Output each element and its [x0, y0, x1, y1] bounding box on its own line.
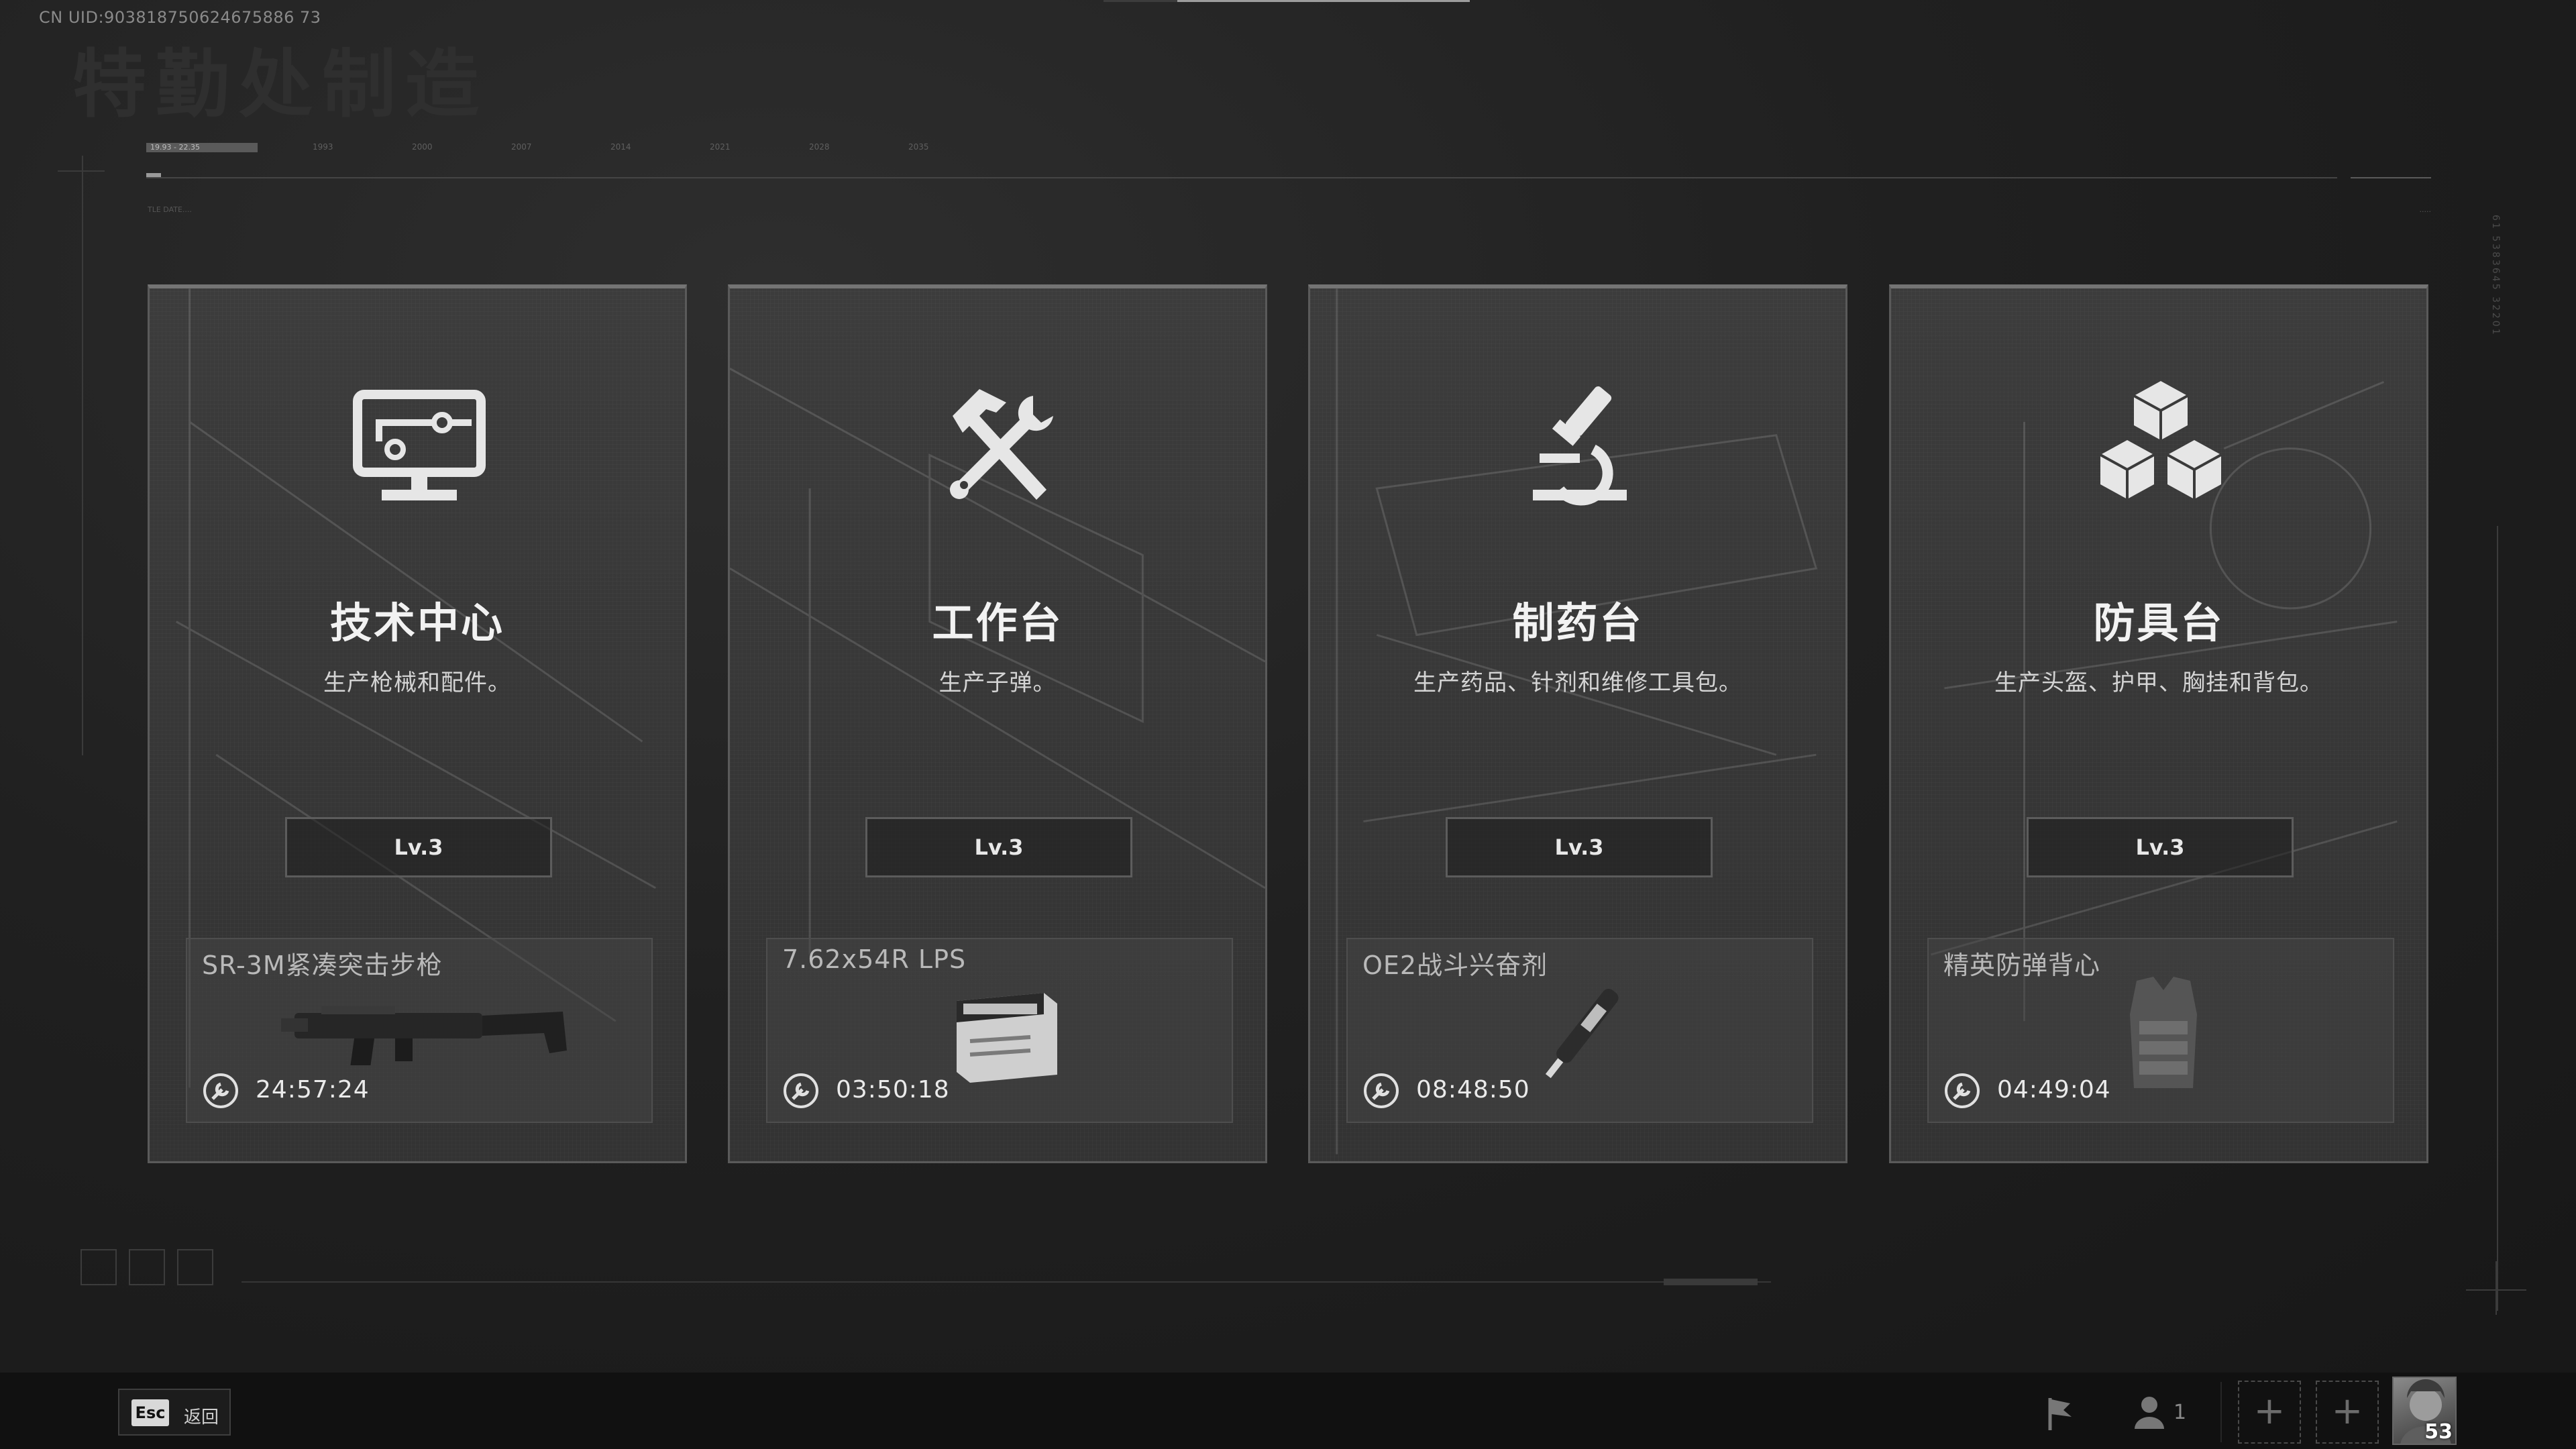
- production-timer: 04:49:04: [1997, 1076, 2111, 1104]
- team-icon: [2135, 1397, 2164, 1429]
- product-name: SR-3M紧凑突击步枪: [202, 951, 443, 980]
- wrench-timer-icon: [203, 1073, 238, 1108]
- card-description: 生产药品、针剂和维修工具包。: [1413, 669, 1742, 696]
- card-description: 生产子弹。: [938, 669, 1057, 696]
- card-tech-center[interactable]: 技术中心 生产枪械和配件。 Lv.3 SR-3M紧凑突击步枪 24:57:24: [148, 284, 687, 1163]
- production-slot[interactable]: 精英防弹背心 04:49:04: [1927, 938, 2394, 1123]
- team-button[interactable]: 1: [2127, 1390, 2200, 1437]
- card-title: 防具台: [2093, 598, 2224, 647]
- wrench-timer-icon: [784, 1073, 818, 1108]
- flag-icon: [2048, 1398, 2072, 1430]
- card-title: 制药台: [1512, 598, 1644, 647]
- production-timer: 03:50:18: [836, 1076, 950, 1104]
- production-slot[interactable]: 7.62x54R LPS 03:50:18: [766, 938, 1233, 1123]
- divider: [2220, 1382, 2222, 1442]
- rifle-image: [281, 1006, 567, 1065]
- timeline-tick: 2035: [908, 142, 929, 152]
- card-armor-bench[interactable]: 防具台 生产头盔、护甲、胸挂和背包。 Lv.3 精英防弹背心 04:49:04: [1889, 284, 2428, 1163]
- back-label: 返回: [184, 1407, 219, 1428]
- timeline-range: 19.93 - 22.35: [146, 143, 258, 152]
- card-description: 生产枪械和配件。: [323, 669, 511, 696]
- card-title: 技术中心: [329, 598, 504, 647]
- frame-line: [82, 156, 83, 755]
- card-description: 生产头盔、护甲、胸挂和背包。: [1994, 669, 2323, 696]
- product-name: 7.62x54R LPS: [782, 945, 967, 974]
- empty-slot-2[interactable]: +: [2316, 1381, 2379, 1444]
- top-tab-indicator-active: [1177, 0, 1470, 2]
- crosshair-mark: [2496, 1261, 2497, 1315]
- player-avatar[interactable]: 53: [2392, 1377, 2457, 1445]
- side-code: 61 5383645 32201: [2490, 215, 2501, 337]
- player-level: 53: [2424, 1420, 2453, 1444]
- background-title: 特勤处制造: [72, 42, 488, 127]
- vest-image: [2130, 977, 2197, 1088]
- hammer-wrench-icon: [950, 389, 1053, 500]
- frame-line: [58, 170, 105, 172]
- top-tab-indicator-inactive: [1104, 0, 1177, 2]
- timeline-tick: 2000: [412, 142, 433, 152]
- decorative-line: [1664, 1279, 1758, 1285]
- card-title: 工作台: [932, 598, 1063, 647]
- product-name: 精英防弹背心: [1943, 951, 2101, 980]
- card-workbench[interactable]: 工作台 生产子弹。 Lv.3 7.62x54R LPS 03:50:18: [728, 284, 1267, 1163]
- ammo-box-image: [957, 993, 1057, 1083]
- card-pharmacy[interactable]: 制药台 生产药品、针剂和维修工具包。 Lv.3 OE2战斗兴奋剂 08:48:5…: [1308, 284, 1847, 1163]
- production-slot[interactable]: SR-3M紧凑突击步枪 24:57:24: [186, 938, 653, 1123]
- timeline-note-right: .....: [2419, 205, 2431, 214]
- plus-icon: +: [2331, 1389, 2363, 1433]
- product-name: OE2战斗兴奋剂: [1362, 951, 1548, 980]
- team-count: 1: [2174, 1401, 2187, 1424]
- timeline-tick: 1993: [313, 142, 333, 152]
- injector-image: [1545, 989, 1619, 1079]
- microscope-icon: [1533, 386, 1627, 506]
- timeline-tick: 2021: [710, 142, 731, 152]
- frame-line: [2497, 526, 2498, 1311]
- timeline-tick: 2028: [809, 142, 830, 152]
- decorative-line: [241, 1281, 1771, 1283]
- level-button[interactable]: Lv.3: [865, 817, 1132, 877]
- timeline-tick: 2007: [511, 142, 532, 152]
- timeline-line: [146, 177, 2337, 178]
- timeline-note: TLE DATE....: [148, 205, 192, 214]
- production-timer: 24:57:24: [256, 1076, 370, 1104]
- flag-button[interactable]: [2033, 1390, 2086, 1437]
- production-timer: 08:48:50: [1416, 1076, 1530, 1104]
- cubes-icon: [2100, 381, 2222, 499]
- timeline: 19.93 - 22.35 1993 2000 2007 2014 2021 2…: [146, 134, 2431, 228]
- back-button[interactable]: Esc 返回: [118, 1389, 231, 1436]
- plus-icon: +: [2253, 1389, 2286, 1433]
- empty-slot-1[interactable]: +: [2238, 1381, 2301, 1444]
- monitor-circuit-icon: [353, 390, 486, 500]
- wrench-timer-icon: [1945, 1073, 1980, 1108]
- level-button[interactable]: Lv.3: [1446, 817, 1713, 877]
- timeline-tick: 2014: [610, 142, 631, 152]
- station-cards: 技术中心 生产枪械和配件。 Lv.3 SR-3M紧凑突击步枪 24:57:24: [148, 284, 2428, 1165]
- wrench-timer-icon: [1364, 1073, 1399, 1108]
- esc-key-icon: Esc: [131, 1399, 169, 1426]
- level-button[interactable]: Lv.3: [285, 817, 552, 877]
- level-button[interactable]: Lv.3: [2027, 817, 2294, 877]
- production-slot[interactable]: OE2战斗兴奋剂 08:48:50: [1346, 938, 1813, 1123]
- timeline-line-end: [2351, 177, 2431, 178]
